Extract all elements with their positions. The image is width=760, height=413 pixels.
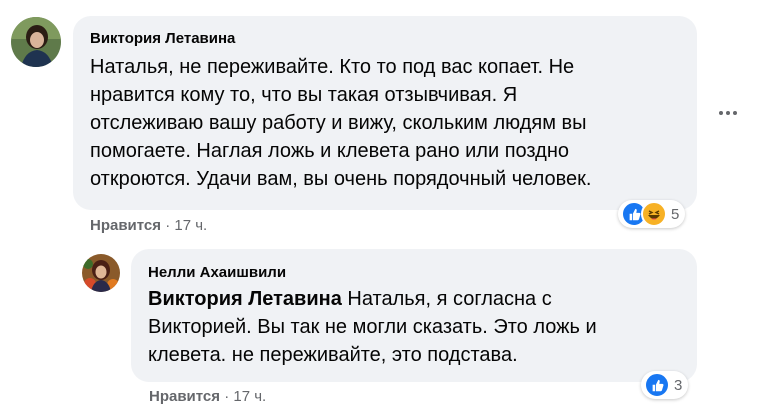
meta-separator: ·: [224, 388, 230, 405]
reply-like-button[interactable]: Нравится: [149, 388, 220, 405]
like-icon: [644, 372, 670, 398]
comment-reaction-count: 5: [671, 205, 680, 223]
avatar-replier[interactable]: [82, 254, 120, 292]
comment-text: Наталья, не переживайте. Кто то под вас …: [90, 53, 591, 193]
reply-text: Виктория Летавина Наталья, я согласна с …: [148, 285, 597, 369]
reply-line-text: Наталья, я согласна с: [347, 288, 552, 310]
reply-bubble: Нелли Ахаишвили Виктория Летавина Наталь…: [131, 249, 697, 382]
comment-bubble: Виктория Летавина Наталья, не переживайт…: [73, 16, 697, 210]
comment-author[interactable]: Виктория Летавина: [90, 30, 235, 47]
avatar-commenter[interactable]: [11, 17, 61, 67]
meta-separator: ·: [165, 217, 171, 234]
comment-like-button[interactable]: Нравится: [90, 217, 161, 234]
reply-author[interactable]: Нелли Ахаишвили: [148, 264, 286, 281]
mention-link[interactable]: Виктория Летавина: [148, 288, 342, 310]
comment-reactions[interactable]: 5: [618, 200, 686, 228]
comment-actions: Нравится · 17 ч.: [90, 217, 207, 234]
reply-reactions[interactable]: 3: [641, 371, 689, 399]
haha-icon: [641, 201, 667, 227]
reply-line: Виктория Летавина Наталья, я согласна с: [148, 285, 597, 313]
comment-line: Наталья, не переживайте. Кто то под вас …: [90, 56, 575, 78]
comment-timestamp[interactable]: 17 ч.: [174, 217, 207, 234]
comment-line: отслеживаю вашу работу и вижу, скольким …: [90, 112, 587, 134]
reply-reaction-count: 3: [674, 376, 683, 394]
reply-line: клевета. не переживайте, это подстава.: [148, 344, 518, 366]
avatar-commenter-image: [11, 17, 61, 67]
comment-line: откроются. Удачи вам, вы очень порядочны…: [90, 168, 592, 190]
comment-line: помогаете. Наглая ложь и клевета рано ил…: [90, 140, 569, 162]
more-options-icon[interactable]: [716, 107, 740, 119]
comment-line: нравится кому то, что вы такая отзывчива…: [90, 84, 518, 106]
reply-timestamp[interactable]: 17 ч.: [233, 388, 266, 405]
reply-line: Викторией. Вы так не могли сказать. Это …: [148, 316, 597, 338]
avatar-replier-image: [82, 254, 120, 292]
reply-actions: Нравится · 17 ч.: [149, 388, 266, 405]
